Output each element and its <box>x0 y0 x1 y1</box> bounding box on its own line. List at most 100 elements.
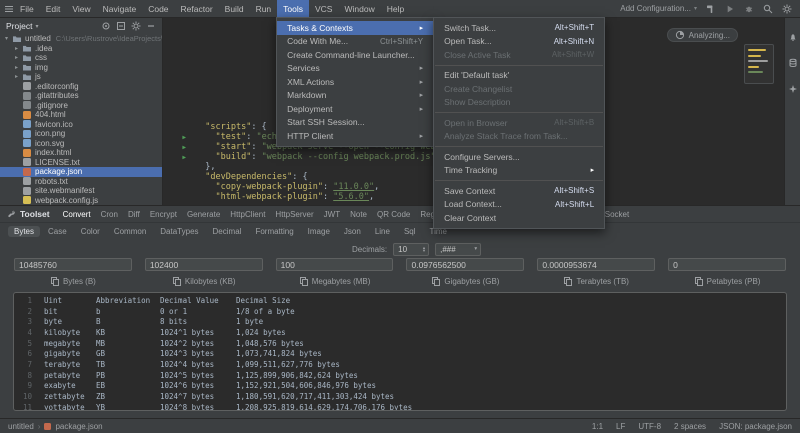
menubar-item-build[interactable]: Build <box>219 0 250 17</box>
table-row[interactable]: 8petabytePB1024^5 bytes1,125,899,906,842… <box>14 370 786 381</box>
tree-item-site-webmanifest[interactable]: site.webmanifest <box>0 186 162 196</box>
table-row[interactable]: 11yottabyteYB1024^8 bytes1,208,925,819,6… <box>14 402 786 411</box>
tab-cron[interactable]: Cron <box>96 206 123 222</box>
project-panel-title[interactable]: Project <box>6 21 32 31</box>
menu-item-markdown[interactable]: Markdown▸ <box>277 89 433 103</box>
run-icon[interactable] <box>725 4 735 14</box>
tab-note[interactable]: Note <box>345 206 372 222</box>
menu-item-code-with-me[interactable]: Code With Me...Ctrl+Shift+Y <box>277 35 433 49</box>
menubar-item-vcs[interactable]: VCS <box>309 0 338 17</box>
menu-item-time-tracking[interactable]: Time Tracking▸ <box>434 164 604 178</box>
tree-item-untitled[interactable]: ▾untitledC:\Users\Rustrove\IdeaProjects\… <box>0 34 162 44</box>
copy-icon[interactable] <box>50 276 60 286</box>
menubar-item-tools[interactable]: ToolsTasks & Contexts▸Switch Task...Alt+… <box>277 0 309 17</box>
menubar-item-code[interactable]: Code <box>142 0 174 17</box>
menubar-item-refactor[interactable]: Refactor <box>175 0 219 17</box>
search-everywhere-icon[interactable] <box>763 4 773 14</box>
copy-icon[interactable] <box>172 276 182 286</box>
subtab-formatting[interactable]: Formatting <box>249 226 299 237</box>
converter-input-kilobytes-kb[interactable]: 102400 <box>145 258 263 271</box>
tab-qr-code[interactable]: QR Code <box>372 206 415 222</box>
tree-chevron-icon[interactable]: ▸ <box>15 54 22 61</box>
converter-input-gigabytes-gb[interactable]: 0.0976562500 <box>406 258 524 271</box>
menu-item-clear-context[interactable]: Clear Context <box>434 211 604 225</box>
tree-item-icon-png[interactable]: icon.png <box>0 129 162 139</box>
menubar-item-window[interactable]: Window <box>338 0 380 17</box>
hide-panel-icon[interactable] <box>146 21 156 31</box>
tab-httpserver[interactable]: HttpServer <box>270 206 318 222</box>
tab-httpclient[interactable]: HttpClient <box>225 206 270 222</box>
tree-chevron-icon[interactable]: ▸ <box>15 73 22 80</box>
spinner-arrows-icon[interactable]: ▴▾ <box>423 246 425 253</box>
menu-item-save-context[interactable]: Save ContextAlt+Shift+S <box>434 184 604 198</box>
debug-icon[interactable] <box>744 4 754 14</box>
tree-chevron-icon[interactable]: ▸ <box>15 45 22 52</box>
menubar-item-run[interactable]: Run <box>250 0 278 17</box>
tab-diff[interactable]: Diff <box>123 206 145 222</box>
tree-item-idea[interactable]: ▸.idea <box>0 44 162 54</box>
subtab-datatypes[interactable]: DataTypes <box>154 226 204 237</box>
subtab-common[interactable]: Common <box>108 226 152 237</box>
table-row[interactable]: 4kilobyteKB1024^1 bytes1,024 bytes <box>14 327 786 338</box>
run-line-icon[interactable]: ▶ <box>182 134 186 141</box>
menubar-item-edit[interactable]: Edit <box>40 0 67 17</box>
menu-item-xml-actions[interactable]: XML Actions▸ <box>277 75 433 89</box>
table-row[interactable]: 2bitb0 or 11/8 of a byte <box>14 306 786 317</box>
run-line-icon[interactable]: ▶ <box>182 144 186 151</box>
converter-input-terabytes-tb[interactable]: 0.0000953674 <box>537 258 655 271</box>
tree-item-index-html[interactable]: index.html <box>0 148 162 158</box>
hammer-build-icon[interactable] <box>706 4 716 14</box>
subtab-line[interactable]: Line <box>369 226 396 237</box>
copy-icon[interactable] <box>563 276 573 286</box>
subtab-bytes[interactable]: Bytes <box>8 226 40 237</box>
tree-chevron-icon[interactable]: ▾ <box>5 35 12 42</box>
menu-item-services[interactable]: Services▸ <box>277 62 433 76</box>
format-combobox[interactable]: ,### ▾ <box>435 243 481 256</box>
menu-item-open-task[interactable]: Open Task...Alt+Shift+N <box>434 35 604 49</box>
subtab-json[interactable]: Json <box>338 226 367 237</box>
menu-item-deployment[interactable]: Deployment▸ <box>277 102 433 116</box>
tree-item-robots-txt[interactable]: robots.txt <box>0 177 162 187</box>
breadcrumb-project[interactable]: untitled <box>8 422 34 431</box>
tree-item-webpack-config-js[interactable]: webpack.config.js <box>0 196 162 206</box>
settings-icon[interactable] <box>131 21 141 31</box>
subtab-case[interactable]: Case <box>42 226 73 237</box>
table-row[interactable]: 3byteB8 bits1 byte <box>14 316 786 327</box>
tree-item-icon-svg[interactable]: icon.svg <box>0 139 162 149</box>
tree-item-license-txt[interactable]: LICENSE.txt <box>0 158 162 168</box>
table-row[interactable]: 5megabyteMB1024^2 bytes1,048,576 bytes <box>14 338 786 349</box>
breadcrumb-file[interactable]: package.json <box>55 422 102 431</box>
notifications-icon[interactable] <box>788 32 798 42</box>
table-row[interactable]: 10zettabyteZB1024^7 bytes1,180,591,620,7… <box>14 391 786 402</box>
menu-item-http-client[interactable]: HTTP Client▸ <box>277 129 433 143</box>
converter-input-bytes-b[interactable]: 10485760 <box>14 258 132 271</box>
tree-item-package-json[interactable]: package.json <box>0 167 162 177</box>
tree-chevron-icon[interactable]: ▸ <box>15 64 22 71</box>
copy-icon[interactable] <box>299 276 309 286</box>
menubar-item-file[interactable]: File <box>14 0 40 17</box>
collapse-all-icon[interactable] <box>116 21 126 31</box>
run-line-icon[interactable]: ▶ <box>182 154 186 161</box>
table-row[interactable]: 7terabyteTB1024^4 bytes1,099,511,627,776… <box>14 359 786 370</box>
status-widget-utf-8[interactable]: UTF-8 <box>638 422 661 431</box>
analyzing-widget[interactable]: Analyzing... <box>667 28 738 42</box>
status-widget-json-package-json[interactable]: JSON: package.json <box>719 422 792 431</box>
converter-input-petabytes-pb[interactable]: 0 <box>668 258 786 271</box>
hamburger-menu-icon[interactable] <box>4 4 14 14</box>
tab-convert[interactable]: Convert <box>58 206 96 222</box>
database-icon[interactable] <box>788 58 798 68</box>
tree-item-css[interactable]: ▸css <box>0 53 162 63</box>
subtab-image[interactable]: Image <box>302 226 336 237</box>
tree-item-gitattributes[interactable]: .gitattributes <box>0 91 162 101</box>
decimals-spinner[interactable]: 10 ▴▾ <box>393 243 429 256</box>
menubar-item-navigate[interactable]: Navigate <box>97 0 143 17</box>
menu-item-load-context[interactable]: Load Context...Alt+Shift+L <box>434 198 604 212</box>
status-widget-lf[interactable]: LF <box>616 422 625 431</box>
copy-icon[interactable] <box>694 276 704 286</box>
tab-generate[interactable]: Generate <box>182 206 225 222</box>
menu-item-edit-default-task[interactable]: Edit 'Default task' <box>434 69 604 83</box>
converter-input-megabytes-mb[interactable]: 100 <box>276 258 394 271</box>
tab-jwt[interactable]: JWT <box>319 206 345 222</box>
add-configuration-button[interactable]: Add Configuration... ▾ <box>620 4 697 13</box>
subtab-color[interactable]: Color <box>75 226 106 237</box>
